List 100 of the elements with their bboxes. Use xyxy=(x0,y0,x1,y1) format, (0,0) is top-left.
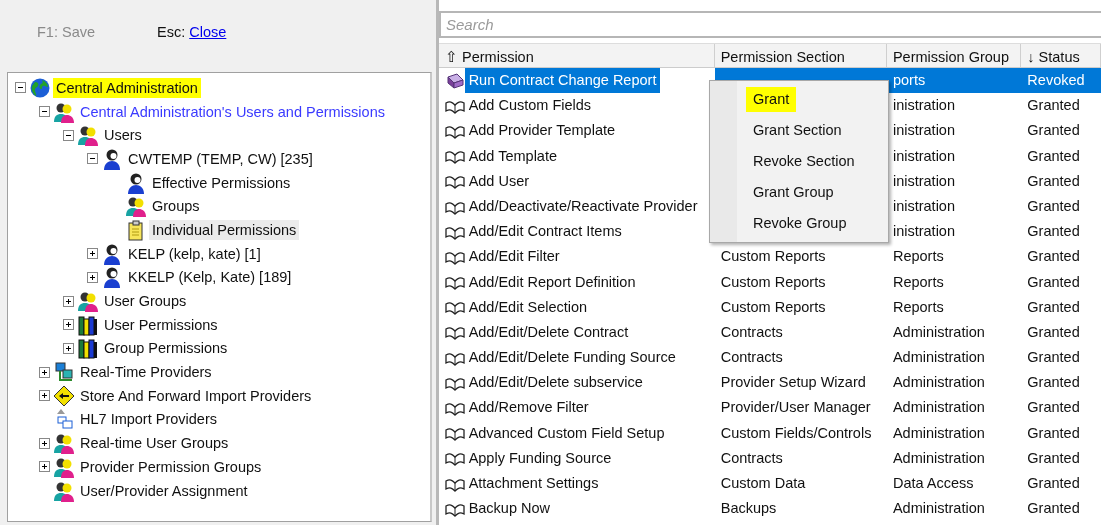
tree-item[interactable]: Groups xyxy=(149,196,203,217)
column-header[interactable]: Permission Section xyxy=(714,44,887,67)
table-cell: Administration xyxy=(892,349,985,366)
expand-icon[interactable] xyxy=(87,271,98,283)
table-cell: Reports xyxy=(892,298,944,315)
table-cell[interactable]: Add/Edit Report Definition xyxy=(465,269,640,295)
people-icon xyxy=(125,195,147,218)
tree-item[interactable]: Provider Permission Groups xyxy=(77,456,265,477)
people-icon xyxy=(77,124,99,147)
menu-item[interactable]: Grant xyxy=(746,86,797,113)
table-cell: inistration xyxy=(892,172,955,189)
tree-item[interactable]: CWTEMP (TEMP, CW) [235] xyxy=(125,148,316,169)
expand-icon[interactable] xyxy=(87,248,98,260)
table-cell: inistration xyxy=(892,223,955,240)
people-icon xyxy=(77,290,99,313)
table-cell[interactable]: Apply Funding Source xyxy=(465,445,615,471)
table-cell: Contracts xyxy=(720,449,783,466)
collapse-icon[interactable] xyxy=(39,106,50,118)
menu-item[interactable]: Grant Group xyxy=(746,179,841,206)
table-cell[interactable]: Advanced Custom Field Setup xyxy=(465,420,669,446)
table-cell: Granted xyxy=(1027,147,1080,164)
table-cell[interactable]: Add/Edit/Delete subservice xyxy=(465,370,647,396)
table-cell[interactable]: Add/Remove Filter xyxy=(465,395,593,421)
table-cell: Granted xyxy=(1027,197,1080,214)
tree-item[interactable]: Group Permissions xyxy=(101,338,231,359)
table-cell[interactable]: Add/Edit/Delete Contract xyxy=(465,319,632,346)
tree-item[interactable]: Individual Permissions xyxy=(149,219,300,240)
search-field[interactable]: Search xyxy=(439,11,1101,38)
road-sign-icon xyxy=(53,384,75,407)
table-cell: Contracts xyxy=(720,349,783,366)
expand-icon[interactable] xyxy=(63,295,74,307)
collapse-icon[interactable] xyxy=(15,82,26,94)
table-cell: Provider/User Manager xyxy=(720,399,871,416)
books-icon xyxy=(77,337,99,360)
table-cell: Custom Reports xyxy=(720,298,826,315)
expand-icon[interactable] xyxy=(39,461,50,473)
tree-item[interactable]: Real-Time Providers xyxy=(77,362,215,383)
table-cell[interactable]: Add/Edit Filter xyxy=(465,244,564,270)
open-book-icon xyxy=(445,400,465,417)
table-cell: Administration xyxy=(892,449,985,466)
table-cell: inistration xyxy=(892,147,955,164)
table-cell: Administration xyxy=(892,500,985,517)
table-cell: Granted xyxy=(1027,273,1080,290)
tree-item[interactable]: Central Administration xyxy=(53,77,201,98)
expand-icon[interactable] xyxy=(39,437,50,449)
tree-item[interactable]: HL7 Import Providers xyxy=(77,409,220,430)
column-header[interactable]: Permission Group xyxy=(886,44,1022,67)
table-cell[interactable]: Add User xyxy=(465,168,533,194)
tree-item[interactable]: Central Administration's Users and Permissions xyxy=(77,101,388,122)
table-cell[interactable]: Add/Edit Selection xyxy=(465,294,591,320)
table-cell: Granted xyxy=(1027,122,1080,139)
table-cell: Backups xyxy=(720,500,777,517)
open-book-icon xyxy=(445,450,465,467)
tree-item[interactable]: User/Provider Assignment xyxy=(77,480,251,501)
expand-icon[interactable] xyxy=(63,342,74,354)
person-icon xyxy=(125,171,147,194)
table-cell: Granted xyxy=(1027,424,1080,441)
table-cell: Granted xyxy=(1027,349,1080,366)
menu-item[interactable]: Grant Section xyxy=(746,117,849,144)
table-cell[interactable]: Run Contract Change Report xyxy=(465,68,661,94)
table-cell[interactable]: Add Template xyxy=(465,143,561,169)
table-cell: Administration xyxy=(892,424,985,441)
tree-item[interactable]: Users xyxy=(101,125,145,146)
table-cell[interactable]: Add Provider Template xyxy=(465,118,619,144)
table-cell: inistration xyxy=(892,122,955,139)
table-cell[interactable]: Add Custom Fields xyxy=(465,93,595,119)
table-cell[interactable]: Add/Edit/Delete Funding Source xyxy=(465,345,680,371)
tree-item[interactable]: User Permissions xyxy=(101,314,221,335)
table-cell: Granted xyxy=(1027,248,1080,265)
tree-item[interactable]: Store And Forward Import Providers xyxy=(77,385,315,406)
open-book-icon xyxy=(445,173,465,190)
collapse-icon[interactable] xyxy=(63,129,74,141)
table-cell: Administration xyxy=(892,374,985,391)
menu-item[interactable]: Revoke Group xyxy=(746,210,854,237)
tree-item[interactable]: KKELP (Kelp, Kate) [189] xyxy=(125,267,295,288)
people-icon xyxy=(53,432,75,455)
table-cell: Data Access xyxy=(892,475,974,491)
close-shortcut-key: Esc: xyxy=(157,22,186,66)
books-icon xyxy=(77,313,99,336)
tree-item[interactable]: KELP (kelp, kate) [1] xyxy=(125,243,264,264)
table-cell[interactable]: Add/Edit Contract Items xyxy=(465,219,626,245)
table-cell[interactable]: Add/Deactivate/Reactivate Provider xyxy=(465,193,702,220)
person-icon xyxy=(101,242,123,265)
expand-icon[interactable] xyxy=(39,366,50,378)
close-link[interactable]: Close xyxy=(189,22,227,66)
table-cell: Granted xyxy=(1027,298,1080,315)
table-cell[interactable]: Backup Now xyxy=(465,496,554,522)
collapse-icon[interactable] xyxy=(87,153,98,165)
expand-icon[interactable] xyxy=(39,390,50,402)
table-cell: Granted xyxy=(1027,97,1080,114)
expand-icon[interactable] xyxy=(63,319,74,331)
tree-item[interactable]: Real-time User Groups xyxy=(77,433,232,454)
tree-item[interactable]: Effective Permissions xyxy=(149,172,294,193)
column-header[interactable]: ↓ Status xyxy=(1021,44,1101,67)
tree-item[interactable]: User Groups xyxy=(101,291,190,312)
menu-item[interactable]: Revoke Section xyxy=(746,148,862,175)
book-icon xyxy=(445,72,465,89)
table-cell: Reports xyxy=(892,273,944,290)
column-header[interactable]: ⇧ Permission xyxy=(439,44,715,67)
table-cell[interactable]: Attachment Settings xyxy=(465,471,602,497)
